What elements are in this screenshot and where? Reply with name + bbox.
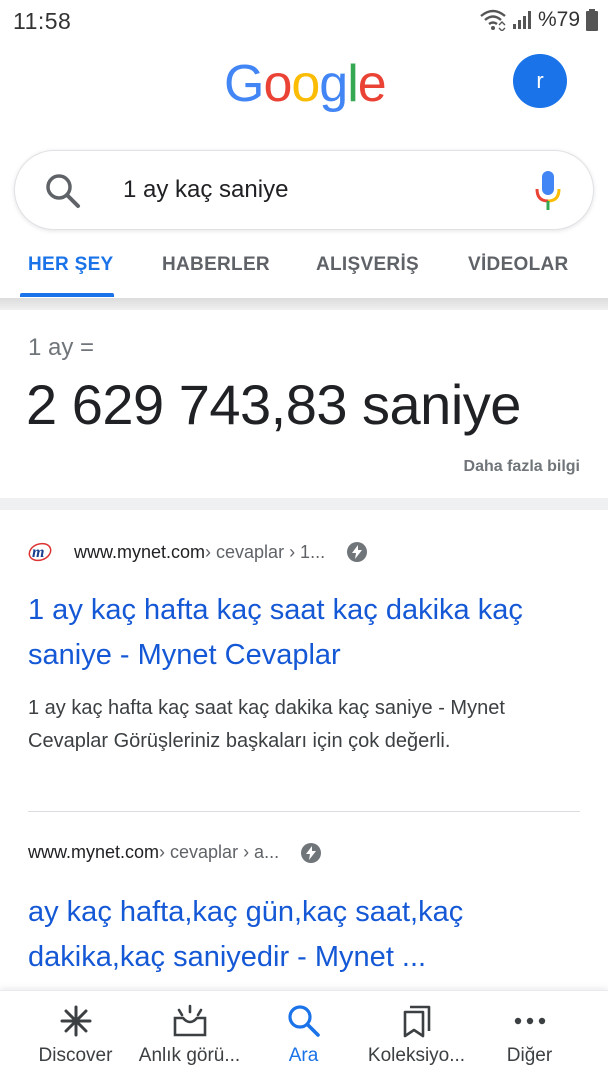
asterisk-icon bbox=[58, 1003, 94, 1039]
search-icon bbox=[286, 1003, 322, 1039]
status-time: 11:58 bbox=[13, 8, 72, 34]
tab-haberler[interactable]: HABERLER bbox=[162, 254, 270, 276]
battery-icon bbox=[586, 9, 598, 31]
nav-label: Discover bbox=[38, 1045, 113, 1066]
google-logo: Google bbox=[224, 54, 387, 114]
result-snippet: 1 ay kaç hafta kaç saat kaç dakika kaç s… bbox=[28, 697, 505, 752]
search-box[interactable]: 1 ay kaç saniye bbox=[14, 150, 594, 230]
logo-letter: o bbox=[263, 55, 292, 113]
amp-lightning-icon bbox=[347, 542, 368, 562]
nav-more[interactable]: Diğer bbox=[469, 991, 590, 1080]
result-title-link[interactable]: 1 ay kaç hafta kaç saat kaç dakika kaç s… bbox=[28, 588, 588, 678]
more-info-link[interactable]: Daha fazla bilgi bbox=[464, 458, 580, 476]
search-results: m www.mynet.com › cevaplar › 1... 1 ay k… bbox=[0, 510, 608, 990]
status-icons: %79 bbox=[480, 8, 598, 32]
battery-percentage: %79 bbox=[537, 8, 580, 31]
search-input[interactable]: 1 ay kaç saniye bbox=[123, 176, 288, 204]
logo-letter: e bbox=[357, 55, 387, 113]
nav-label: Anlık görü... bbox=[138, 1045, 241, 1066]
tabs-divider bbox=[0, 298, 608, 310]
header: Google r bbox=[0, 42, 608, 142]
svg-text:m: m bbox=[32, 544, 44, 561]
result-title-link[interactable]: ay kaç hafta,kaç gün,kaç saat,kaç dakika… bbox=[28, 890, 588, 980]
result-source[interactable]: www.mynet.com › cevaplar › a... bbox=[28, 842, 322, 863]
snapshot-icon bbox=[172, 1003, 208, 1039]
tab-alisveris[interactable]: ALIŞVERİŞ bbox=[316, 254, 419, 276]
logo-letter: g bbox=[319, 55, 348, 113]
logo-letter: o bbox=[291, 55, 320, 113]
more-icon bbox=[512, 1003, 548, 1039]
result-source[interactable]: m www.mynet.com › cevaplar › 1... bbox=[28, 540, 368, 564]
result-domain: www.mynet.com bbox=[28, 842, 160, 862]
search-icon[interactable] bbox=[43, 171, 83, 211]
collections-icon bbox=[399, 1003, 435, 1039]
microphone-icon[interactable] bbox=[534, 169, 562, 213]
nav-label: Ara bbox=[288, 1045, 319, 1066]
mynet-favicon-icon: m bbox=[28, 540, 52, 564]
status-bar: 11:58 %79 bbox=[0, 0, 608, 42]
conversion-result: 2 629 743,83 saniye bbox=[26, 373, 521, 436]
logo-letter: G bbox=[224, 55, 264, 113]
wifi-icon bbox=[480, 9, 506, 31]
nav-search[interactable]: Ara bbox=[243, 991, 364, 1080]
tab-videolar[interactable]: VİDEOLAR bbox=[468, 254, 569, 276]
logo-letter: l bbox=[347, 55, 359, 113]
tab-her-sey[interactable]: HER ŞEY bbox=[28, 254, 114, 276]
result-breadcrumb: › cevaplar › a... bbox=[159, 842, 280, 862]
nav-label: Diğer bbox=[506, 1045, 553, 1066]
unit-conversion-card: 1 ay = 2 629 743,83 saniye Daha fazla bi… bbox=[0, 310, 608, 498]
nav-label: Koleksiyo... bbox=[367, 1045, 466, 1066]
card-separator bbox=[0, 498, 608, 510]
search-tabs: HER ŞEY HABERLER ALIŞVERİŞ VİDEOLAR bbox=[0, 236, 608, 298]
amp-lightning-icon bbox=[301, 842, 322, 863]
bottom-navigation: Discover Anlık görü... Ara Koleksiyo... … bbox=[0, 990, 608, 1080]
result-divider bbox=[28, 811, 580, 812]
active-tab-indicator bbox=[20, 293, 114, 297]
signal-icon bbox=[512, 11, 531, 29]
result-breadcrumb: › cevaplar › 1... bbox=[205, 541, 326, 562]
result-domain: www.mynet.com bbox=[74, 541, 206, 562]
nav-collections[interactable]: Koleksiyo... bbox=[356, 991, 477, 1080]
avatar[interactable]: r bbox=[513, 54, 567, 108]
nav-snapshot[interactable]: Anlık görü... bbox=[129, 991, 250, 1080]
conversion-input-label: 1 ay = bbox=[28, 334, 95, 361]
nav-discover[interactable]: Discover bbox=[15, 991, 136, 1080]
